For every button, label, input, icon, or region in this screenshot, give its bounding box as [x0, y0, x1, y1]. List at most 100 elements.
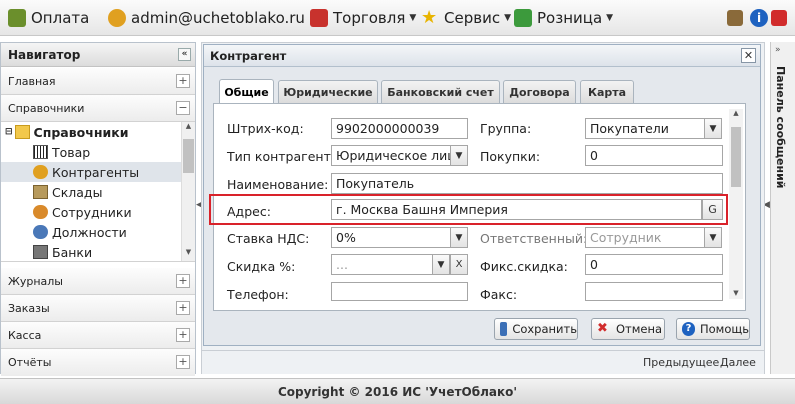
- collapse-icon[interactable]: −: [176, 101, 190, 115]
- tree-item-banks[interactable]: Банки: [33, 242, 92, 261]
- tree-root[interactable]: ⊟ Справочники: [5, 122, 128, 142]
- tree-item-goods[interactable]: Товар: [33, 142, 90, 162]
- scroll-down-icon[interactable]: ▼: [729, 289, 743, 299]
- tab-bank-account[interactable]: Банковский счет: [381, 80, 500, 103]
- name-input[interactable]: Покупатель: [331, 173, 723, 194]
- vat-select[interactable]: 0%: [331, 227, 451, 248]
- cancel-button[interactable]: ✖ Отмена: [591, 318, 665, 340]
- barcode-input[interactable]: 9902000000039: [331, 118, 468, 139]
- chevron-down-icon[interactable]: ▼: [432, 254, 450, 275]
- info-icon: i: [750, 9, 768, 27]
- messages-panel: » Панель сообщений: [770, 42, 795, 374]
- tab-label: Общие: [224, 85, 269, 99]
- logout-button[interactable]: [771, 0, 792, 36]
- tree-item-label: Склады: [52, 184, 103, 200]
- navigator-panel: Навигатор « Главная + Справочники − ⊟ Сп…: [0, 42, 196, 376]
- employees-icon: [33, 205, 48, 219]
- menu-user[interactable]: admin@uchetoblako.ru: [108, 0, 305, 36]
- prev-link[interactable]: Предыдущее: [643, 356, 719, 369]
- tree-item-contractors[interactable]: Контрагенты: [1, 162, 181, 182]
- scroll-up-icon[interactable]: ▲: [182, 122, 195, 134]
- hammer-icon: [727, 10, 743, 26]
- warehouse-icon: [33, 185, 48, 199]
- tab-contracts[interactable]: Договора: [503, 80, 576, 103]
- messages-panel-title: Панель сообщений: [774, 66, 787, 189]
- purchases-label: Покупки:: [480, 149, 541, 164]
- nav-section-label: Журналы: [8, 274, 63, 288]
- tree-item-warehouses[interactable]: Склады: [33, 182, 102, 202]
- fax-label: Факс:: [480, 287, 518, 302]
- tree-item-employees[interactable]: Сотрудники: [33, 202, 132, 222]
- page-footer: Copyright © 2016 ИС 'УчетОблако': [0, 378, 795, 404]
- chevron-down-icon[interactable]: ▼: [704, 227, 722, 248]
- nav-section-references[interactable]: Справочники −: [1, 95, 195, 122]
- disk-icon: [500, 322, 508, 336]
- cancel-button-label: Отмена: [616, 322, 663, 336]
- next-link[interactable]: Далее: [720, 356, 756, 369]
- chevron-down-icon[interactable]: ▼: [450, 227, 468, 248]
- close-icon[interactable]: ✕: [741, 48, 756, 63]
- nav-section-label: Справочники: [8, 101, 85, 115]
- users-icon: [33, 165, 48, 179]
- discount-clear-button[interactable]: X: [450, 254, 468, 275]
- address-input[interactable]: г. Москва Башня Империя: [331, 199, 702, 220]
- info-button[interactable]: i: [750, 0, 773, 36]
- group-select[interactable]: Покупатели: [585, 118, 705, 139]
- help-button[interactable]: ? Помощь: [676, 318, 750, 340]
- expand-icon[interactable]: +: [176, 274, 190, 288]
- nav-section-orders[interactable]: Заказы +: [1, 295, 195, 322]
- scroll-up-icon[interactable]: ▲: [729, 109, 743, 119]
- collapse-left-icon[interactable]: «: [178, 48, 191, 61]
- fix-discount-input[interactable]: 0: [585, 254, 723, 275]
- cross-icon: ✖: [597, 321, 608, 336]
- chevron-down-icon[interactable]: ▼: [450, 145, 468, 166]
- phone-label: Телефон:: [227, 287, 289, 302]
- menu-user-label: admin@uchetoblako.ru: [131, 9, 305, 27]
- tab-label: Договора: [509, 85, 570, 99]
- navigator-title: Навигатор: [8, 47, 81, 62]
- nav-section-journals[interactable]: Журналы +: [1, 268, 195, 295]
- tab-label: Юридические: [283, 85, 373, 99]
- tab-legal[interactable]: Юридические: [278, 80, 378, 103]
- menu-retail[interactable]: Розница ▼: [514, 0, 613, 36]
- expand-icon[interactable]: +: [176, 328, 190, 342]
- menu-oplata[interactable]: Оплата: [8, 0, 89, 36]
- scroll-down-icon[interactable]: ▼: [182, 248, 195, 260]
- chevron-down-icon[interactable]: ▼: [704, 118, 722, 139]
- scrollbar-thumb[interactable]: [183, 139, 194, 173]
- menu-trade[interactable]: Торговля ▼: [310, 0, 416, 36]
- expand-icon[interactable]: +: [176, 355, 190, 369]
- tab-general[interactable]: Общие: [219, 79, 274, 104]
- exit-icon: [771, 10, 787, 26]
- responsible-select[interactable]: Сотрудник: [585, 227, 705, 248]
- tree-item-positions[interactable]: Должности: [33, 222, 127, 242]
- nav-section-cash[interactable]: Касса +: [1, 322, 195, 349]
- tree-scrollbar[interactable]: ▲ ▼: [181, 122, 195, 261]
- expand-icon[interactable]: +: [176, 74, 190, 88]
- expand-icon[interactable]: +: [176, 301, 190, 315]
- tree-item-label: Товар: [52, 144, 91, 160]
- menu-service[interactable]: ★ Сервис ▼: [421, 0, 511, 36]
- tab-label: Карта: [587, 85, 627, 99]
- form-scrollbar[interactable]: ▲ ▼: [729, 109, 743, 299]
- users-icon: [108, 9, 126, 27]
- tree-expand-icon[interactable]: ⊟: [5, 127, 13, 137]
- type-select[interactable]: Юридическое лицо: [331, 145, 451, 166]
- discount-select[interactable]: ...: [331, 254, 433, 275]
- scrollbar-thumb[interactable]: [731, 127, 741, 187]
- type-label: Тип контрагента:: [227, 149, 343, 164]
- fax-input[interactable]: [585, 282, 723, 301]
- geocode-button[interactable]: G: [702, 199, 723, 220]
- purchases-input[interactable]: 0: [585, 145, 723, 166]
- fix-discount-label: Фикс.скидка:: [480, 259, 568, 274]
- tab-card[interactable]: Карта: [580, 80, 634, 103]
- save-button[interactable]: Сохранить: [494, 318, 578, 340]
- nav-section-reports[interactable]: Отчёты +: [1, 349, 195, 376]
- dialog-header: Контрагент ✕: [204, 45, 760, 67]
- phone-input[interactable]: [331, 282, 468, 301]
- collapse-right-icon[interactable]: »: [775, 45, 781, 55]
- nav-section-main[interactable]: Главная +: [1, 68, 195, 95]
- menu-oplata-label: Оплата: [31, 9, 90, 27]
- tools-button[interactable]: [727, 0, 748, 36]
- tree-root-label: Справочники: [33, 124, 129, 140]
